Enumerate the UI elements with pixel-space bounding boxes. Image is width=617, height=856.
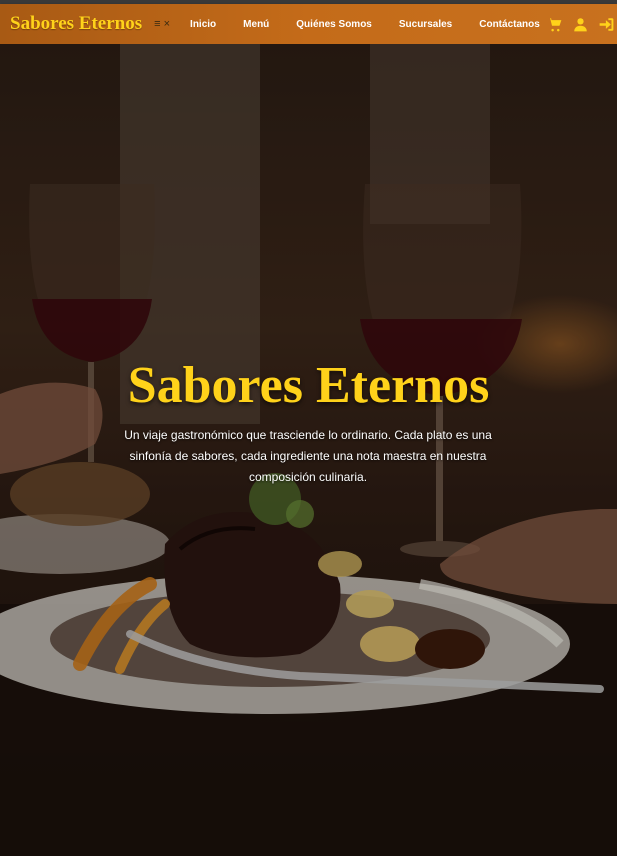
cart-icon[interactable] bbox=[547, 17, 562, 32]
nav-link-inicio[interactable]: Inicio bbox=[190, 19, 216, 30]
menu-toggle-icon[interactable]: ≡ × bbox=[154, 18, 170, 30]
sign-in-icon[interactable] bbox=[599, 17, 614, 32]
nav-link-contactanos[interactable]: Contáctanos bbox=[479, 19, 540, 30]
hero-title: Sabores Eternos bbox=[127, 357, 490, 414]
nav-links: Inicio Menú Quiénes Somos Sucursales Con… bbox=[190, 19, 540, 30]
navbar: Sabores Eternos ≡ × Inicio Menú Quiénes … bbox=[0, 4, 617, 44]
hero-section: Sabores Eternos Un viaje gastronómico qu… bbox=[0, 44, 617, 856]
user-icon[interactable] bbox=[573, 17, 588, 32]
hero-description: Un viaje gastronómico que trasciende lo … bbox=[124, 428, 492, 484]
nav-link-quienes-somos[interactable]: Quiénes Somos bbox=[296, 19, 372, 30]
nav-link-sucursales[interactable]: Sucursales bbox=[399, 19, 452, 30]
nav-link-menu[interactable]: Menú bbox=[243, 19, 269, 30]
brand-logo[interactable]: Sabores Eternos bbox=[10, 13, 142, 35]
nav-icons bbox=[536, 4, 614, 44]
